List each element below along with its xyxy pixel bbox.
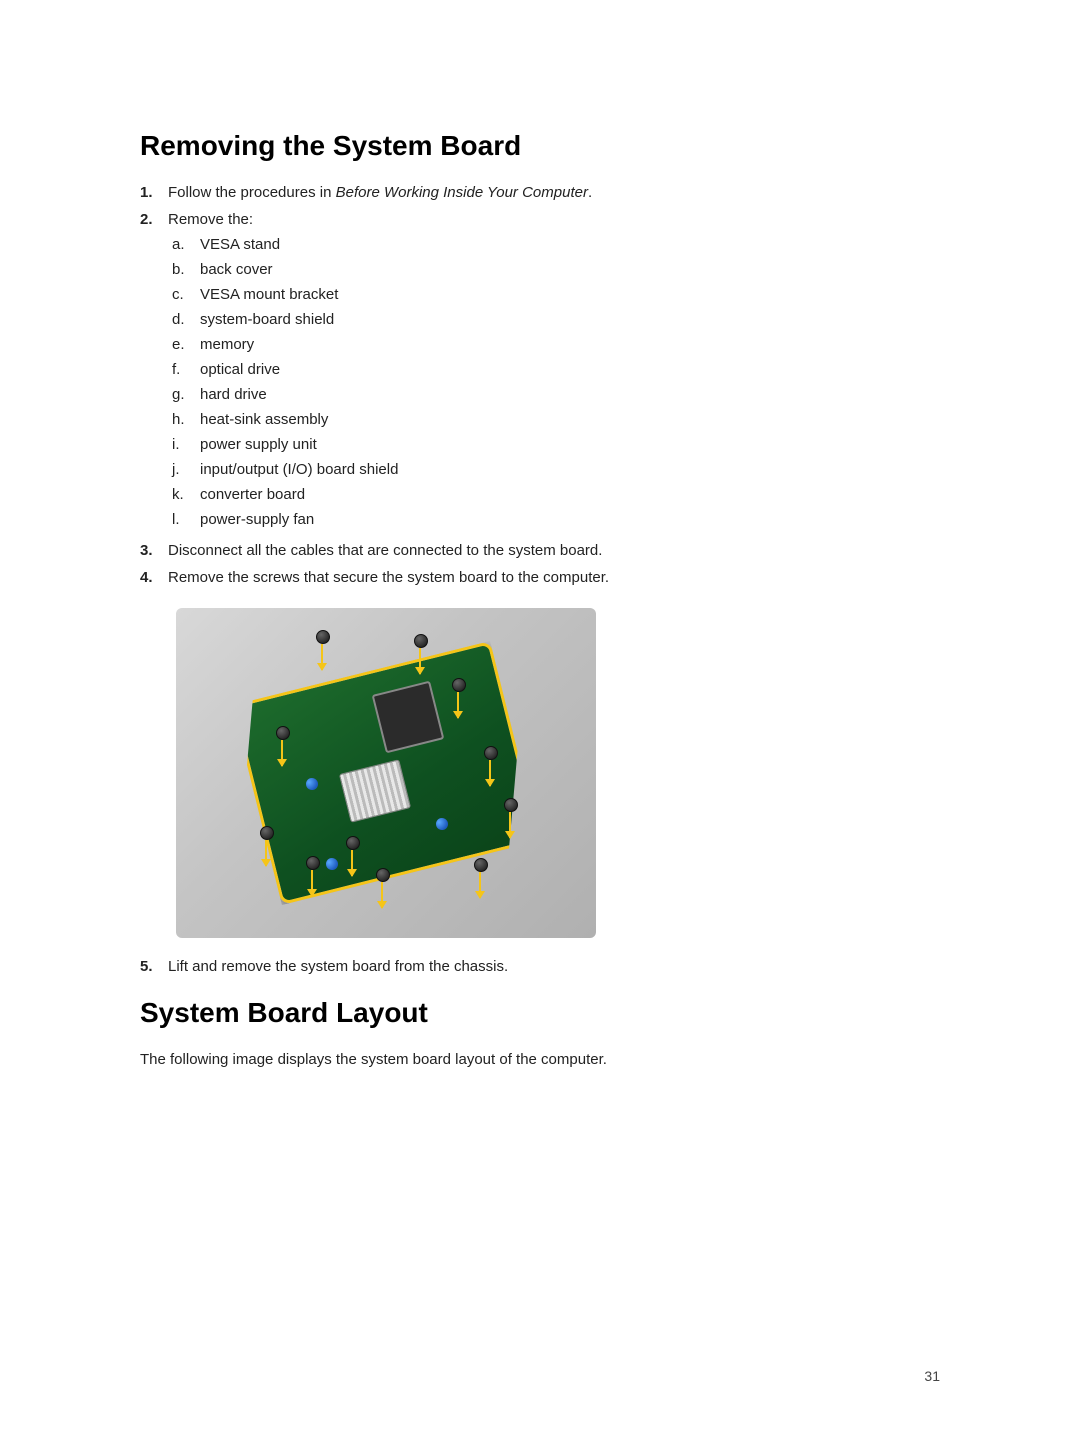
arrow-icon xyxy=(281,740,283,766)
screw-icon xyxy=(260,826,274,840)
sub-letter: a. xyxy=(168,234,200,255)
screw-icon xyxy=(414,634,428,648)
sub-letter: h. xyxy=(168,409,200,430)
arrow-icon xyxy=(381,882,383,908)
sub-letter: j. xyxy=(168,459,200,480)
sub-letter: f. xyxy=(168,359,200,380)
screw-icon xyxy=(376,868,390,882)
sub-a: a.VESA stand xyxy=(168,234,940,255)
screw-icon xyxy=(306,856,320,870)
sub-letter: g. xyxy=(168,384,200,405)
sub-text: heat-sink assembly xyxy=(200,409,940,430)
arrow-icon xyxy=(509,812,511,838)
arrow-icon xyxy=(489,760,491,786)
arrow-icon xyxy=(265,840,267,866)
screw-icon xyxy=(504,798,518,812)
step-3: 3. Disconnect all the cables that are co… xyxy=(140,540,940,561)
text-prefix: Follow the procedures in xyxy=(168,184,336,201)
step-number: 1. xyxy=(140,182,168,203)
layout-description: The following image displays the system … xyxy=(140,1049,940,1072)
screw-icon xyxy=(346,836,360,850)
sub-f: f.optical drive xyxy=(168,359,940,380)
page-number: 31 xyxy=(924,1368,940,1384)
step-number: 4. xyxy=(140,567,168,588)
arrow-icon xyxy=(457,692,459,718)
procedure-list: 1. Follow the procedures in Before Worki… xyxy=(140,182,940,588)
sub-d: d.system-board shield xyxy=(168,309,940,330)
step-2-intro: Remove the: xyxy=(168,211,253,228)
sub-list: a.VESA stand b.back cover c.VESA mount b… xyxy=(168,234,940,530)
step-text: Remove the: a.VESA stand b.back cover c.… xyxy=(168,209,940,534)
sub-text: converter board xyxy=(200,484,940,505)
sub-letter: d. xyxy=(168,309,200,330)
step-text: Lift and remove the system board from th… xyxy=(168,956,940,977)
sub-b: b.back cover xyxy=(168,259,940,280)
sub-letter: e. xyxy=(168,334,200,355)
step-5: 5. Lift and remove the system board from… xyxy=(140,956,940,977)
sub-text: hard drive xyxy=(200,384,940,405)
sub-text: power-supply fan xyxy=(200,509,940,530)
step-number: 3. xyxy=(140,540,168,561)
sub-k: k.converter board xyxy=(168,484,940,505)
sub-letter: k. xyxy=(168,484,200,505)
sub-h: h.heat-sink assembly xyxy=(168,409,940,430)
sub-letter: c. xyxy=(168,284,200,305)
arrow-icon xyxy=(479,872,481,898)
step-2: 2. Remove the: a.VESA stand b.back cover… xyxy=(140,209,940,534)
step-number: 5. xyxy=(140,956,168,977)
screw-icon xyxy=(474,858,488,872)
sub-e: e.memory xyxy=(168,334,940,355)
heading-system-board-layout: System Board Layout xyxy=(140,997,940,1029)
screw-icon xyxy=(316,630,330,644)
arrow-icon xyxy=(351,850,353,876)
sub-i: i.power supply unit xyxy=(168,434,940,455)
sub-j: j.input/output (I/O) board shield xyxy=(168,459,940,480)
arrow-icon xyxy=(419,648,421,674)
document-page: Removing the System Board 1. Follow the … xyxy=(0,0,1080,1434)
screw-icon xyxy=(276,726,290,740)
sub-text: input/output (I/O) board shield xyxy=(200,459,940,480)
sub-text: back cover xyxy=(200,259,940,280)
sub-letter: l. xyxy=(168,509,200,530)
step-text: Remove the screws that secure the system… xyxy=(168,567,940,588)
step-number: 2. xyxy=(140,209,168,534)
procedure-list-continued: 5. Lift and remove the system board from… xyxy=(140,956,940,977)
sub-text: optical drive xyxy=(200,359,940,380)
heading-removing-system-board: Removing the System Board xyxy=(140,130,940,162)
sub-text: system-board shield xyxy=(200,309,940,330)
sub-text: power supply unit xyxy=(200,434,940,455)
sub-text: memory xyxy=(200,334,940,355)
step-text: Disconnect all the cables that are conne… xyxy=(168,540,940,561)
sub-letter: b. xyxy=(168,259,200,280)
screw-icon xyxy=(484,746,498,760)
step-1: 1. Follow the procedures in Before Worki… xyxy=(140,182,940,203)
sub-letter: i. xyxy=(168,434,200,455)
system-board-figure xyxy=(176,608,596,938)
sub-c: c.VESA mount bracket xyxy=(168,284,940,305)
arrow-icon xyxy=(311,870,313,896)
screw-icon xyxy=(452,678,466,692)
step-text: Follow the procedures in Before Working … xyxy=(168,182,940,203)
arrow-icon xyxy=(321,644,323,670)
sub-g: g.hard drive xyxy=(168,384,940,405)
sub-l: l.power-supply fan xyxy=(168,509,940,530)
step-4: 4. Remove the screws that secure the sys… xyxy=(140,567,940,588)
sub-text: VESA mount bracket xyxy=(200,284,940,305)
reference-title: Before Working Inside Your Computer xyxy=(336,184,588,201)
text-suffix: . xyxy=(588,184,592,201)
sub-text: VESA stand xyxy=(200,234,940,255)
